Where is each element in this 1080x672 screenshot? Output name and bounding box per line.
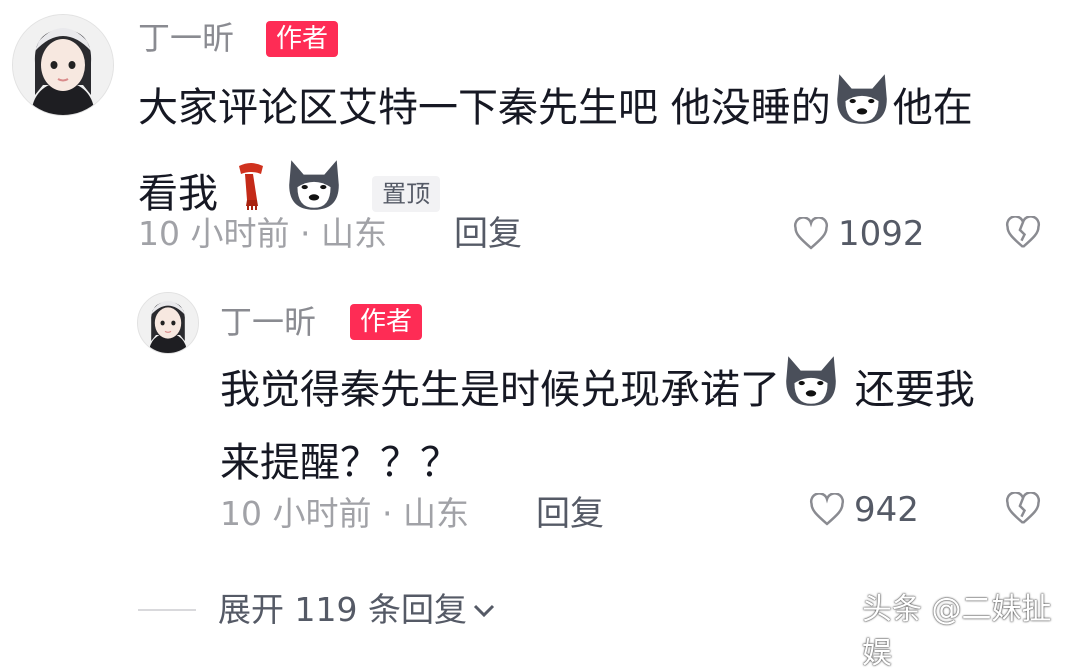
heart-icon [793,217,829,250]
reply-text-line2: 来提醒？？？ [220,440,460,486]
dislike-button[interactable] [1004,215,1042,254]
expand-replies-button[interactable]: 展开 119 条回复 [218,590,497,630]
reply-author-name[interactable]: 丁一昕 [220,302,316,342]
reply-reply-button[interactable]: 回复 [536,494,604,534]
reply-text-line1-tail: 还要我 [854,367,975,413]
comment-text-line1-tail: 他在 [892,85,973,131]
author-avatar[interactable] [12,14,114,116]
reply-author-badge: 作者 [350,304,423,340]
pinned-badge: 置顶 [372,176,441,212]
heart-icon [809,493,845,526]
reply-like-button[interactable]: 942 [808,490,919,530]
husky-emoji-icon [831,70,893,146]
watermark: 头条 @二妹扯娱 [862,592,1052,671]
like-button[interactable]: 1092 [792,214,925,254]
reply-text-line1: 我觉得秦先生是时候兑现承诺了 [220,367,780,413]
broken-heart-icon [1005,215,1041,248]
reply-author-avatar[interactable] [137,292,199,354]
comment-author-name[interactable]: 丁一昕 [138,18,234,58]
expand-replies-label: 展开 119 条回复 [218,590,467,629]
comment-text-line1: 大家评论区艾特一下秦先生吧 他没睡的 [138,85,831,131]
reply-button[interactable]: 回复 [454,214,522,254]
comment-text: 大家评论区艾特一下秦先生吧 他没睡的 他在 看我 置顶 [138,70,1058,232]
reply-text: 我觉得秦先生是时候兑现承诺了 还要我 来提醒？？？ [220,352,1060,494]
comment-text-line2: 看我 [138,171,218,217]
broken-heart-icon [1005,491,1041,524]
chevron-down-icon [473,604,495,618]
like-count: 1092 [838,214,925,254]
reply-dislike-button[interactable] [1004,491,1042,530]
husky-emoji-icon [780,352,842,428]
expand-divider [138,609,196,611]
author-badge: 作者 [266,21,339,57]
comment-meta: 10 小时前 · 山东 [138,214,387,253]
reply-like-count: 942 [854,490,919,530]
reply-meta: 10 小时前 · 山东 [220,494,469,533]
